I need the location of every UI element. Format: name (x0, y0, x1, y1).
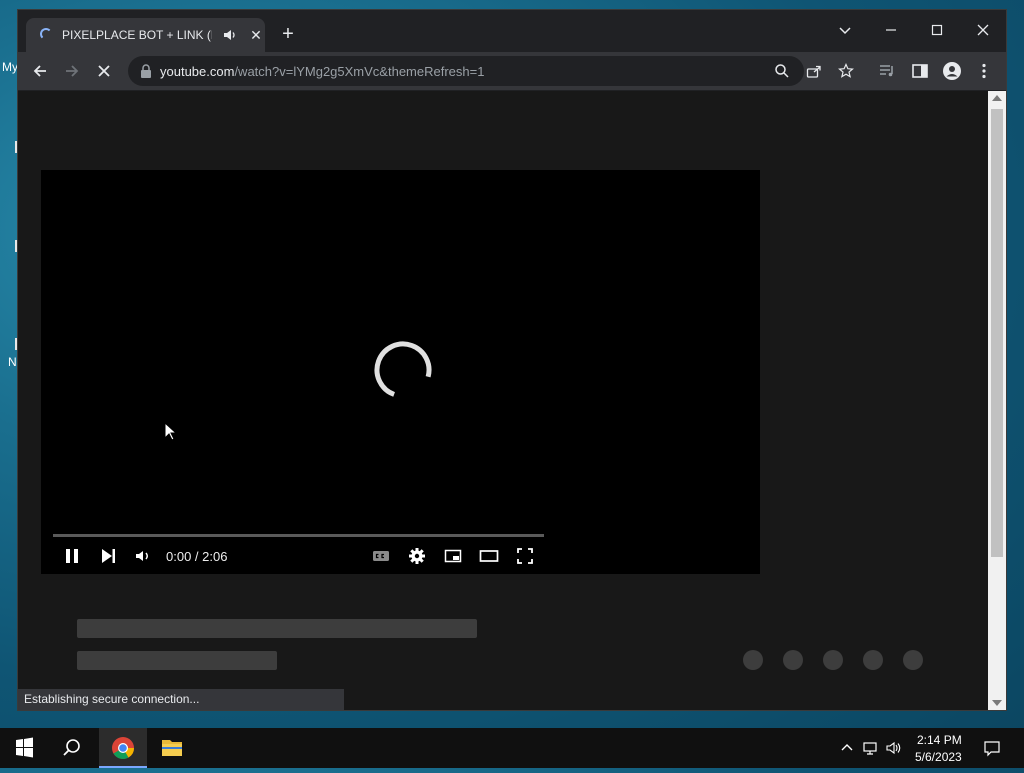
tab-title: PIXELPLACE BOT + LINK (FRE (62, 28, 212, 42)
maximize-icon[interactable] (925, 18, 949, 42)
new-tab-button[interactable]: + (278, 24, 298, 44)
volume-icon[interactable] (133, 546, 153, 566)
desktop-icon-label-my[interactable]: My (2, 60, 18, 74)
chrome-icon[interactable] (99, 728, 147, 768)
url-path: /watch?v=lYMg2g5XmVc&themeRefresh=1 (234, 64, 485, 79)
lock-icon[interactable] (140, 64, 152, 78)
clock-time[interactable]: 2:14 PM (917, 733, 962, 747)
url-text[interactable]: youtube.com/watch?v=lYMg2g5XmVc&themeRef… (160, 64, 484, 79)
show-hidden-icons-icon[interactable] (838, 739, 856, 757)
action-skeleton (743, 650, 763, 670)
video-timecode: 0:00 / 2:06 (166, 549, 228, 564)
video-progress-bar[interactable] (53, 534, 544, 537)
action-skeleton (903, 650, 923, 670)
close-tab-icon[interactable]: ✕ (248, 27, 264, 43)
file-explorer-icon[interactable] (148, 728, 196, 768)
close-window-icon[interactable] (971, 18, 995, 42)
page-scrollbar[interactable] (988, 91, 1006, 710)
address-bar[interactable]: youtube.com/watch?v=lYMg2g5XmVc&themeRef… (128, 56, 854, 86)
search-icon[interactable] (48, 728, 96, 768)
clock-date[interactable]: 5/6/2023 (915, 750, 962, 764)
zoom-search-icon[interactable] (774, 63, 790, 79)
url-host: youtube.com (160, 64, 235, 79)
status-bubble: Establishing secure connection... (18, 689, 344, 710)
scroll-down-arrow-icon[interactable] (992, 700, 1002, 706)
network-icon[interactable] (862, 739, 880, 757)
taskbar: 2:14 PM 5/6/2023 (0, 728, 1024, 768)
captions-icon[interactable] (371, 546, 391, 566)
action-skeleton (783, 650, 803, 670)
bookmark-star-icon[interactable] (838, 63, 854, 79)
next-video-icon[interactable] (98, 546, 118, 566)
stop-loading-icon[interactable] (94, 61, 114, 81)
mouse-cursor-icon (164, 422, 178, 441)
media-controls-icon[interactable] (878, 62, 896, 80)
video-player[interactable]: 0:00 / 2:06 (41, 170, 760, 574)
loading-spinner-icon (40, 28, 52, 40)
minimize-icon[interactable] (879, 18, 903, 42)
volume-tray-icon[interactable] (885, 739, 903, 757)
start-icon[interactable] (0, 728, 48, 768)
kebab-menu-icon[interactable] (975, 62, 993, 80)
action-skeleton (823, 650, 843, 670)
browser-window: PIXELPLACE BOT + LINK (FRE ✕ + (18, 10, 1006, 710)
fullscreen-icon[interactable] (515, 546, 535, 566)
share-icon[interactable] (806, 63, 822, 79)
back-arrow-icon[interactable] (30, 61, 50, 81)
profile-avatar-icon[interactable] (943, 62, 961, 80)
browser-toolbar: youtube.com/watch?v=lYMg2g5XmVc&themeRef… (18, 52, 1006, 91)
settings-gear-icon[interactable] (407, 546, 427, 566)
browser-tab[interactable]: PIXELPLACE BOT + LINK (FRE ✕ (26, 18, 265, 52)
title-skeleton (77, 619, 477, 638)
desktop-icon-label-n[interactable]: N (8, 355, 17, 369)
page-content: 0:00 / 2:06 Establishing secure connecti… (18, 91, 988, 710)
miniplayer-icon[interactable] (443, 546, 463, 566)
notifications-icon[interactable] (983, 739, 1001, 757)
scroll-thumb[interactable] (991, 109, 1003, 557)
speaker-icon[interactable] (222, 27, 238, 43)
tab-search-icon[interactable] (833, 18, 857, 42)
tab-strip: PIXELPLACE BOT + LINK (FRE ✕ + (18, 10, 1006, 52)
pause-icon[interactable] (62, 546, 82, 566)
channel-skeleton (77, 651, 277, 670)
theater-mode-icon[interactable] (479, 546, 499, 566)
status-text: Establishing secure connection... (24, 692, 200, 706)
action-skeleton (863, 650, 883, 670)
video-loading-spinner-icon (374, 341, 432, 399)
side-panel-icon[interactable] (911, 62, 929, 80)
forward-arrow-icon[interactable] (62, 61, 82, 81)
scroll-up-arrow-icon[interactable] (992, 95, 1002, 101)
